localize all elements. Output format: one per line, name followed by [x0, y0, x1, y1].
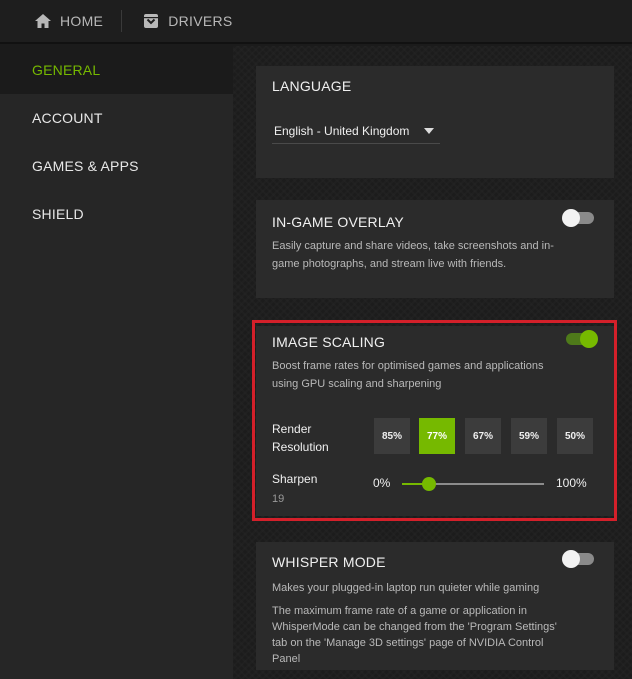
slider-thumb[interactable]: [421, 477, 436, 491]
sharpen-label: Sharpen: [272, 472, 318, 486]
whisper-mode-card: WHISPER MODE Makes your plugged-in lapto…: [256, 542, 614, 670]
image-scaling-description: Boost frame rates for optimised games an…: [272, 360, 544, 390]
sidebar-item-label: SHIELD: [32, 206, 84, 222]
overlay-description: Easily capture and share videos, take sc…: [272, 240, 554, 270]
sidebar-item-general[interactable]: GENERAL: [0, 46, 233, 94]
sharpen-slider[interactable]: [402, 477, 544, 491]
image-scaling-toggle[interactable]: [566, 330, 598, 348]
overlay-title: IN-GAME OVERLAY: [272, 214, 404, 230]
resolution-option-59[interactable]: 59%: [511, 418, 547, 454]
whisper-title: WHISPER MODE: [272, 554, 386, 570]
sidebar-item-label: GENERAL: [32, 62, 101, 78]
resolution-option-85[interactable]: 85%: [374, 418, 410, 454]
resolution-option-label: 50%: [564, 430, 585, 442]
sidebar-item-games-apps[interactable]: GAMES & APPS: [0, 142, 233, 190]
language-card: LANGUAGE English - United Kingdom: [256, 66, 614, 178]
language-selected-value: English - United Kingdom: [274, 123, 410, 138]
settings-sidebar: GENERAL ACCOUNT GAMES & APPS SHIELD: [0, 46, 233, 679]
sidebar-item-account[interactable]: ACCOUNT: [0, 94, 233, 142]
sidebar-item-label: GAMES & APPS: [32, 158, 139, 174]
nav-tab-home[interactable]: HOME: [0, 0, 103, 43]
home-icon: [34, 12, 52, 30]
drivers-icon: [142, 12, 160, 30]
in-game-overlay-card: IN-GAME OVERLAY Easily capture and share…: [256, 200, 614, 298]
resolution-option-label: 85%: [381, 430, 402, 442]
top-navigation-bar: HOME DRIVERS: [0, 0, 632, 44]
nav-home-label: HOME: [60, 13, 104, 29]
whisper-toggle[interactable]: [562, 550, 594, 568]
sidebar-item-shield[interactable]: SHIELD: [0, 190, 233, 238]
sidebar-item-label: ACCOUNT: [32, 110, 103, 126]
nav-drivers-label: DRIVERS: [168, 13, 233, 29]
overlay-toggle[interactable]: [562, 209, 594, 227]
resolution-option-77[interactable]: 77%: [419, 418, 455, 454]
toggle-knob: [580, 330, 598, 348]
resolution-option-label: 77%: [426, 430, 447, 442]
language-dropdown[interactable]: English - United Kingdom: [272, 118, 440, 144]
chevron-down-icon: [424, 128, 434, 134]
render-resolution-label: Render Resolution: [272, 422, 329, 454]
sharpen-value: 19: [272, 493, 285, 505]
slider-max-label: 100%: [556, 476, 587, 490]
whisper-description-detail: The maximum frame rate of a game or appl…: [272, 605, 557, 665]
slider-min-label: 0%: [373, 476, 391, 490]
resolution-option-50[interactable]: 50%: [557, 418, 593, 454]
image-scaling-title: IMAGE SCALING: [272, 334, 386, 350]
resolution-option-label: 67%: [472, 430, 493, 442]
whisper-description: Makes your plugged-in laptop run quieter…: [272, 582, 540, 594]
toggle-knob: [562, 209, 580, 227]
language-title: LANGUAGE: [272, 78, 352, 94]
settings-main-panel: LANGUAGE English - United Kingdom IN-GAM…: [233, 46, 632, 679]
toggle-knob: [562, 550, 580, 568]
resolution-option-label: 59%: [518, 430, 539, 442]
nav-tab-drivers[interactable]: DRIVERS: [122, 0, 232, 43]
image-scaling-card: IMAGE SCALING Boost frame rates for opti…: [256, 326, 614, 516]
resolution-option-67[interactable]: 67%: [465, 418, 501, 454]
